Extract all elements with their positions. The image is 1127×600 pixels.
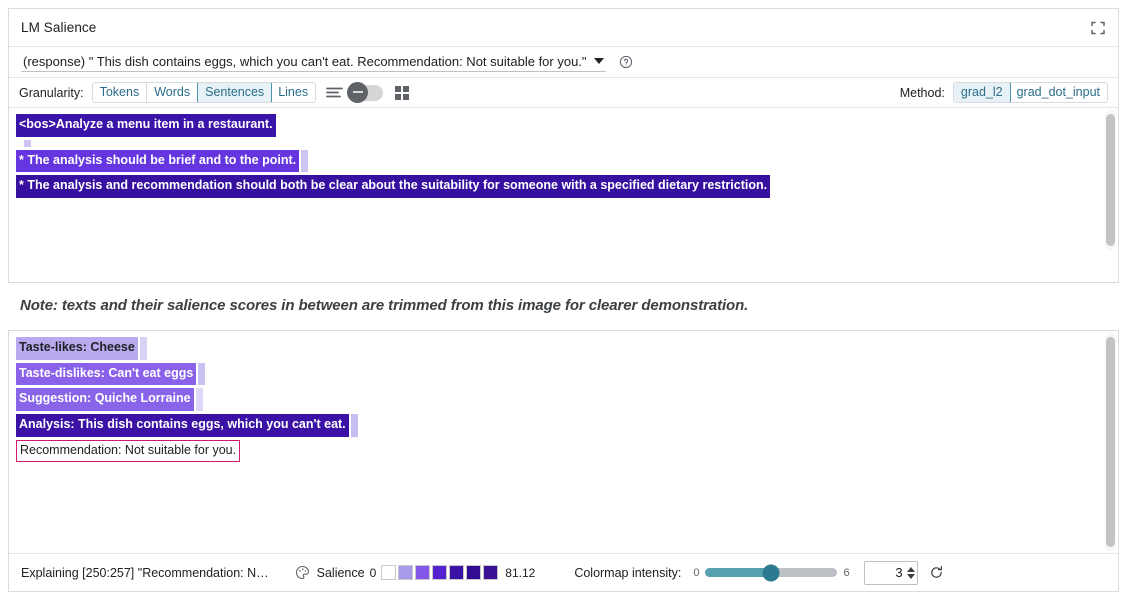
salience-module-lower: Taste-likes: Cheese Taste-dislikes: Can't…: [8, 330, 1119, 592]
salience-segment-row: * The analysis should be brief and to th…: [16, 150, 1118, 173]
salience-segment-row: <bos>Analyze a menu item in a restaurant…: [16, 114, 1118, 137]
colormap-intensity-slider[interactable]: [705, 568, 837, 577]
help-circle-icon[interactable]: [606, 55, 633, 69]
response-segment-list: Taste-likes: Cheese Taste-dislikes: Can't…: [9, 331, 1118, 471]
page-title: LM Salience: [21, 20, 96, 35]
colormap-intensity-label: Colormap intensity:: [574, 566, 681, 580]
legend-swatch[interactable]: [483, 565, 498, 580]
slider-fill: [705, 568, 771, 577]
response-scrollbar-thumb[interactable]: [1106, 337, 1115, 546]
salience-segment-separator[interactable]: [140, 337, 147, 360]
legend-swatch-strip: [381, 565, 500, 580]
expand-icon[interactable]: [1090, 20, 1106, 36]
legend-max-value: 81.12: [505, 566, 535, 580]
stepper-spinner[interactable]: [907, 567, 915, 579]
salience-segment[interactable]: * The analysis should be brief and to th…: [16, 150, 299, 173]
granularity-option-sentences[interactable]: Sentences: [197, 82, 272, 103]
colormap-intensity-value: 3: [895, 565, 902, 580]
legend-swatch[interactable]: [449, 565, 464, 580]
salience-segment[interactable]: Taste-likes: Cheese: [16, 337, 138, 360]
target-sequence-value: (response) " This dish contains eggs, wh…: [23, 54, 587, 69]
salience-segment[interactable]: * The analysis and recommendation should…: [16, 175, 770, 198]
spinner-up-icon[interactable]: [907, 567, 915, 572]
salience-segment[interactable]: Recommendation: Not suitable for you.: [16, 440, 240, 463]
salience-segment-separator[interactable]: [198, 363, 205, 386]
toggle-knob: [347, 82, 368, 103]
legend-swatch[interactable]: [415, 565, 430, 580]
slider-min-label: 0: [693, 567, 699, 579]
method-label: Method:: [900, 86, 945, 100]
response-panel-scrollbar[interactable]: [1105, 333, 1116, 551]
prompt-salience-text-panel[interactable]: <bos>Analyze a menu item in a restaurant…: [9, 108, 1118, 252]
explaining-label: Explaining [250:257] "Recommendation: N…: [21, 566, 269, 580]
grid-view-icon[interactable]: [395, 86, 409, 100]
target-selector-bar: (response) " This dish contains eggs, wh…: [9, 47, 1118, 78]
legend-swatch[interactable]: [381, 565, 396, 580]
module-title-bar: LM Salience: [9, 9, 1118, 47]
salience-status-bar: Explaining [250:257] "Recommendation: N……: [9, 553, 1118, 591]
salience-segment-separator[interactable]: [351, 414, 358, 437]
prompt-panel-scrollbar[interactable]: [1105, 110, 1116, 250]
method-option-grad-l2[interactable]: grad_l2: [953, 82, 1011, 103]
response-salience-text-panel[interactable]: Taste-likes: Cheese Taste-dislikes: Can't…: [9, 331, 1118, 553]
toggle-switch-off[interactable]: [349, 85, 383, 101]
granularity-control-bar: Granularity: Tokens Words Sentences Line…: [9, 78, 1118, 108]
salience-segment[interactable]: Suggestion: Quiche Lorraine: [16, 388, 194, 411]
granularity-option-lines[interactable]: Lines: [271, 83, 315, 102]
salience-segment-row: Taste-dislikes: Can't eat eggs: [16, 363, 1118, 386]
salience-segment[interactable]: Taste-dislikes: Can't eat eggs: [16, 363, 196, 386]
salience-module-upper: LM Salience (response) " This dish conta…: [8, 8, 1119, 283]
method-option-grad-dot-input[interactable]: grad_dot_input: [1010, 83, 1107, 102]
salience-segment-row: Analysis: This dish contains eggs, which…: [16, 414, 1118, 437]
legend-swatch[interactable]: [466, 565, 481, 580]
prompt-scrollbar-thumb[interactable]: [1106, 114, 1115, 246]
granularity-label: Granularity:: [19, 86, 84, 100]
salience-legend-label: Salience: [317, 566, 365, 580]
legend-min-value: 0: [370, 566, 377, 580]
lm-salience-module-root: LM Salience (response) " This dish conta…: [0, 0, 1127, 600]
slider-max-label: 6: [843, 567, 849, 579]
slider-thumb[interactable]: [763, 564, 780, 581]
granularity-option-words[interactable]: Words: [147, 83, 198, 102]
granularity-segmented-control: Tokens Words Sentences Lines: [92, 82, 316, 103]
method-segmented-control: grad_l2 grad_dot_input: [953, 82, 1108, 103]
salience-segment-row: Recommendation: Not suitable for you.: [16, 440, 1118, 463]
salience-segment-row: Suggestion: Quiche Lorraine: [16, 388, 1118, 411]
prompt-segment-list: <bos>Analyze a menu item in a restaurant…: [9, 108, 1118, 207]
palette-icon[interactable]: [269, 565, 310, 580]
salience-segment-separator[interactable]: [24, 140, 31, 147]
salience-segment-separator[interactable]: [196, 388, 203, 411]
target-sequence-select[interactable]: (response) " This dish contains eggs, wh…: [21, 52, 606, 72]
legend-swatch[interactable]: [398, 565, 413, 580]
trim-note: Note: texts and their salience scores in…: [20, 297, 748, 314]
lines-density-icon[interactable]: [326, 86, 343, 99]
salience-segment[interactable]: [16, 140, 22, 147]
chevron-down-icon: [594, 58, 604, 64]
salience-segment-row: [16, 140, 1118, 147]
spinner-down-icon[interactable]: [907, 574, 915, 579]
salience-segment[interactable]: Analysis: This dish contains eggs, which…: [16, 414, 349, 437]
granularity-option-tokens[interactable]: Tokens: [93, 83, 148, 102]
colormap-intensity-stepper[interactable]: 3: [864, 561, 918, 585]
salience-segment-row: Taste-likes: Cheese: [16, 337, 1118, 360]
legend-swatch[interactable]: [432, 565, 447, 580]
colormap-intensity-slider-group: 0 6: [693, 567, 849, 579]
reset-icon[interactable]: [918, 565, 944, 580]
salience-segment[interactable]: <bos>Analyze a menu item in a restaurant…: [16, 114, 276, 137]
salience-segment-separator[interactable]: [301, 150, 308, 173]
salience-segment-row: * The analysis and recommendation should…: [16, 175, 1118, 198]
